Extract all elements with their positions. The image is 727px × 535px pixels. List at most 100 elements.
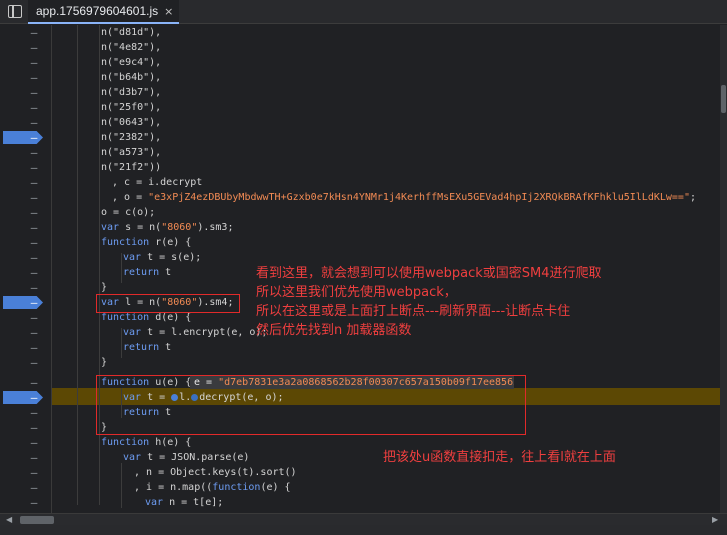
- gutter-mark[interactable]: –: [30, 115, 38, 130]
- gutter-mark[interactable]: –: [30, 390, 38, 405]
- keyword: var: [145, 497, 164, 508]
- code-token: t: [159, 267, 172, 278]
- vertical-scroll-thumb[interactable]: [721, 85, 726, 113]
- toggle-navigator-icon[interactable]: [8, 5, 22, 18]
- code-line[interactable]: – , i = n.map((function(e) {: [0, 480, 720, 495]
- code-text: n("25f0"),: [101, 102, 162, 113]
- keyword: var: [123, 327, 142, 338]
- gutter-mark[interactable]: –: [30, 70, 38, 85]
- keyword: return: [123, 342, 160, 353]
- gutter-mark[interactable]: –: [30, 420, 38, 435]
- gutter-mark[interactable]: –: [30, 450, 38, 465]
- code-line[interactable]: – n("2382"),: [0, 130, 720, 145]
- code-token: s = n(: [119, 222, 162, 233]
- code-text: n("4e82"),: [101, 42, 162, 53]
- gutter-mark[interactable]: –: [30, 190, 38, 205]
- code-token: h(e) {: [149, 437, 192, 448]
- code-text: var t = s(e);: [123, 250, 201, 265]
- code-line[interactable]: – , o = "e3xPjZ4ezDBUbyMbdwwTH+Gzxb0e7kHs…: [0, 190, 720, 205]
- annotation-note: 把该处u函数直接扣走，往上看l就在上面: [383, 450, 616, 465]
- code-token: ;: [689, 192, 697, 203]
- code-line[interactable]: – , n = Object.keys(t).sort(): [0, 465, 720, 480]
- gutter-mark[interactable]: –: [30, 25, 38, 40]
- gutter-mark[interactable]: –: [30, 435, 38, 450]
- horizontal-scroll-thumb[interactable]: [20, 516, 54, 524]
- string-literal: "e3xPjZ4ezDBUbyMbdwwTH+Gzxb0e7kHsn4YNMr1…: [148, 192, 690, 203]
- keyword: function: [101, 312, 150, 323]
- code-token: (e) {: [260, 482, 291, 493]
- code-line[interactable]: – var s = n("8060").sm3;: [0, 220, 720, 235]
- gutter-mark[interactable]: –: [30, 130, 38, 145]
- code-line[interactable]: – n("0643"),: [0, 115, 720, 130]
- gutter-mark[interactable]: –: [30, 175, 38, 190]
- close-icon[interactable]: ×: [164, 5, 173, 18]
- tab-app-js[interactable]: app.1756979604601.js ×: [28, 0, 180, 24]
- code-text: var s = n("8060").sm3;: [101, 220, 233, 235]
- gutter-mark[interactable]: –: [30, 480, 38, 495]
- keyword: var: [123, 452, 142, 463]
- code-line[interactable]: – n("a573"),: [0, 145, 720, 160]
- gutter-mark[interactable]: –: [30, 325, 38, 340]
- gutter-mark[interactable]: –: [30, 405, 38, 420]
- gutter-mark[interactable]: –: [30, 355, 38, 370]
- code-text: , i = n.map((function(e) {: [134, 480, 291, 495]
- code-line[interactable]: – n("21f2")): [0, 160, 720, 175]
- code-token: ).sm3;: [197, 222, 234, 233]
- gutter-mark[interactable]: –: [30, 310, 38, 325]
- code-token: t = l.encrypt(e, o);: [141, 327, 268, 338]
- gutter-mark[interactable]: –: [30, 340, 38, 355]
- gutter-mark[interactable]: –: [30, 465, 38, 480]
- code-token: r(e) {: [149, 237, 192, 248]
- gutter-mark[interactable]: –: [30, 375, 38, 390]
- code-text: n("a573"),: [101, 147, 162, 158]
- gutter-mark[interactable]: –: [30, 100, 38, 115]
- code-text: n("2382"),: [101, 132, 162, 143]
- annotation-box-sm4: [96, 294, 240, 313]
- code-text: , c = i.decrypt: [112, 177, 203, 188]
- gutter-mark[interactable]: –: [30, 220, 38, 235]
- code-text: , o = "e3xPjZ4ezDBUbyMbdwwTH+Gzxb0e7kHsn…: [112, 190, 696, 205]
- gutter-mark[interactable]: –: [30, 55, 38, 70]
- vertical-scrollbar[interactable]: [720, 25, 727, 513]
- code-line[interactable]: – return t: [0, 340, 720, 355]
- gutter-mark[interactable]: –: [30, 145, 38, 160]
- gutter-mark[interactable]: –: [30, 235, 38, 250]
- code-text: n("e9c4"),: [101, 57, 162, 68]
- keyword: var: [123, 252, 142, 263]
- code-line[interactable]: – o = c(o);: [0, 205, 720, 220]
- code-token: , i = n.map((: [134, 482, 213, 493]
- gutter-mark[interactable]: –: [30, 40, 38, 55]
- code-line[interactable]: – var t = s(e);: [0, 250, 720, 265]
- gutter-mark[interactable]: –: [30, 265, 38, 280]
- keyword: function: [101, 237, 150, 248]
- code-line[interactable]: –}: [0, 355, 720, 370]
- code-line[interactable]: – var n = t[e];: [0, 495, 720, 510]
- gutter-mark[interactable]: –: [30, 495, 38, 510]
- code-text: n("d81d"),: [101, 27, 162, 38]
- gutter-mark[interactable]: –: [30, 295, 38, 310]
- code-text: var n = t[e];: [145, 495, 223, 510]
- gutter-mark[interactable]: –: [30, 205, 38, 220]
- code-line[interactable]: – n("25f0"),: [0, 100, 720, 115]
- keyword: var: [101, 222, 120, 233]
- code-token: n = t[e];: [163, 497, 224, 508]
- code-text: n("d3b7"),: [101, 87, 162, 98]
- code-line[interactable]: – n("d3b7"),: [0, 85, 720, 100]
- gutter-mark[interactable]: –: [30, 85, 38, 100]
- gutter-mark[interactable]: –: [30, 280, 38, 295]
- code-line[interactable]: – n("e9c4"),: [0, 55, 720, 70]
- code-line[interactable]: – , c = i.decrypt: [0, 175, 720, 190]
- code-text: var t = JSON.parse(e): [123, 450, 249, 465]
- code-line[interactable]: – function r(e) {: [0, 235, 720, 250]
- scroll-left-icon[interactable]: ◀: [6, 515, 12, 524]
- tab-filename: app.1756979604601.js: [36, 4, 159, 18]
- gutter-mark[interactable]: –: [30, 250, 38, 265]
- annotation-note: 看到这里，就会想到可以使用webpack或国密SM4进行爬取 所以这里我们优先使…: [256, 264, 602, 340]
- code-line[interactable]: – n("b64b"),: [0, 70, 720, 85]
- code-line[interactable]: – n("d81d"),: [0, 25, 720, 40]
- code-line[interactable]: – n("4e82"),: [0, 40, 720, 55]
- keyword: function: [101, 437, 150, 448]
- gutter-mark[interactable]: –: [30, 160, 38, 175]
- scroll-right-icon[interactable]: ▶: [712, 515, 718, 524]
- horizontal-scrollbar[interactable]: ◀ ▶: [0, 513, 727, 525]
